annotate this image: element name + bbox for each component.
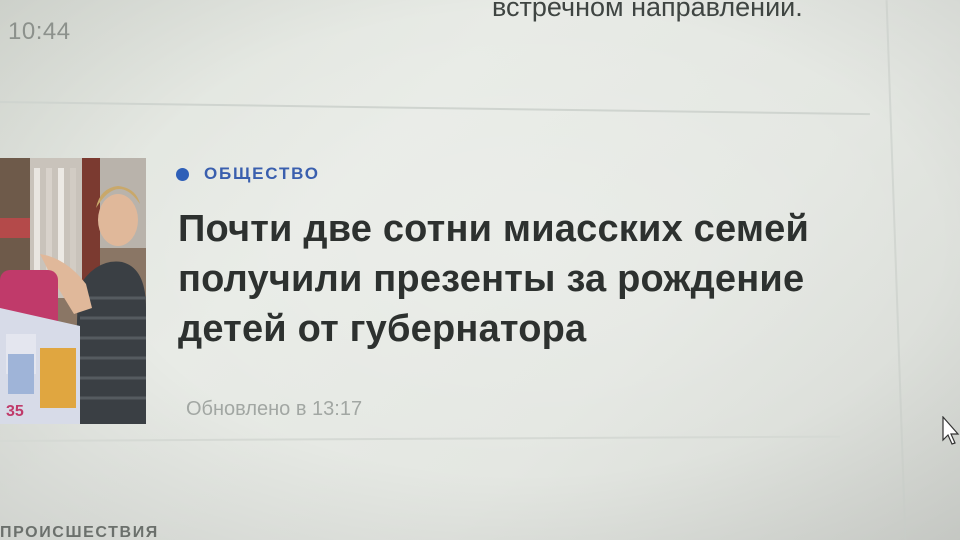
- category-dot-icon: [176, 167, 189, 181]
- headline-line: получили презенты за рождение: [178, 258, 805, 300]
- news-headline[interactable]: Почти две сотни миасских семей получили …: [178, 204, 878, 354]
- divider: [0, 435, 840, 442]
- previous-item-headline-tail[interactable]: встречном направлении.: [492, 0, 803, 23]
- next-section-heading[interactable]: ПРОИСШЕСТВИЯ: [0, 524, 159, 540]
- news-thumbnail[interactable]: 35: [0, 158, 146, 424]
- headline-line: детей от губернатора: [178, 308, 587, 350]
- category-label: ОБЩЕСТВО: [204, 164, 320, 183]
- updated-timestamp: Обновлено в 13:17: [186, 398, 363, 420]
- previous-item-time: 10:44: [8, 18, 71, 45]
- svg-text:35: 35: [6, 403, 24, 420]
- divider: [0, 101, 870, 116]
- news-category[interactable]: ОБЩЕСТВО: [176, 164, 320, 184]
- right-column-edge: [885, 0, 907, 540]
- news-photo-icon: 35: [0, 158, 146, 424]
- headline-line: Почти две сотни миасских семей: [178, 208, 810, 250]
- mouse-cursor-icon: [942, 416, 960, 445]
